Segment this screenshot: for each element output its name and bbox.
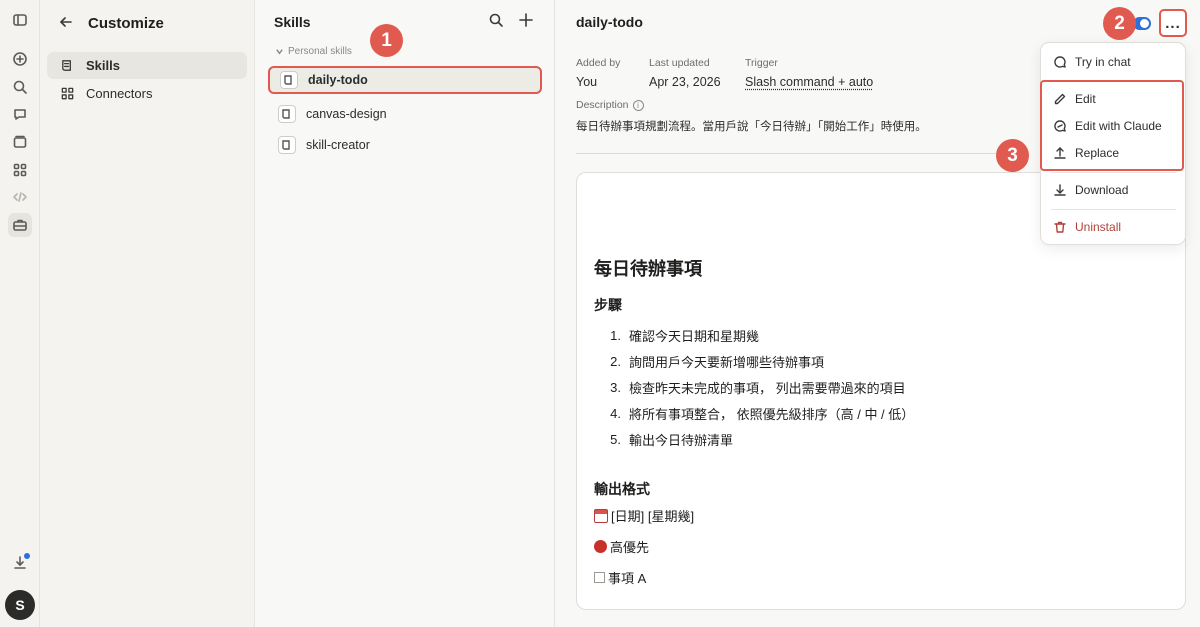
new-chat-icon[interactable] (8, 47, 32, 71)
divider (576, 153, 1016, 154)
trigger-label: Trigger (745, 57, 778, 69)
chat-edit-icon (1054, 120, 1066, 132)
skills-toolbar (488, 12, 534, 31)
skill-icon (280, 71, 298, 89)
customize-panel: Customize Skills Connectors (40, 0, 255, 627)
nav-item-label: Connectors (86, 86, 153, 101)
skill-icon (62, 60, 71, 71)
added-by-label: Added by (576, 57, 621, 69)
list-item: 5. 輸出今日待辦清單 (610, 431, 734, 448)
connectors-icon (61, 87, 74, 100)
menu-item-edit[interactable]: Edit (1045, 87, 1183, 111)
steps-list: 1. 確認今天日期和星期幾 2. 詢問用戶今天要新增哪些待辦事項 3. 檢查昨天未完成… (607, 323, 914, 452)
step-badge-1: 1 (370, 24, 403, 57)
customize-icon[interactable] (8, 213, 32, 237)
skill-item-skill-creator[interactable]: skill-creator (268, 131, 542, 159)
last-updated-label: Last updated (649, 57, 710, 69)
red-circle-icon (594, 540, 607, 553)
more-options-button[interactable]: ... (1159, 9, 1187, 37)
menu-divider (1051, 209, 1176, 210)
skills-panel: Skills Personal skills daily-todo canvas… (255, 0, 555, 627)
chat-bubble-icon (1054, 56, 1066, 68)
format-line-priority: 高優先 (594, 537, 649, 556)
skill-item-daily-todo[interactable]: daily-todo (268, 66, 542, 94)
skill-title: daily-todo (576, 14, 643, 30)
description-text: 每日待辦事項規劃流程。當用戶說「今日待辦」「開始工作」時使用。 (576, 121, 927, 133)
back-arrow-icon[interactable] (58, 14, 74, 33)
projects-icon[interactable] (8, 130, 32, 154)
skill-item-label: skill-creator (306, 138, 370, 152)
description-label: Description i (576, 99, 644, 111)
menu-item-replace[interactable]: Replace (1045, 141, 1183, 165)
search-icon[interactable] (8, 75, 32, 99)
download-icon (1054, 184, 1066, 196)
doc-subheading-format: 輸出格式 (594, 481, 650, 497)
upload-icon (1054, 147, 1066, 159)
menu-divider (1051, 172, 1176, 173)
notification-dot (24, 553, 30, 559)
list-item: 4. 將所有事項整合， 依照優先級排序（高 / 中 / 低） (610, 405, 915, 422)
menu-item-try-in-chat[interactable]: Try in chat (1045, 50, 1183, 74)
group-label[interactable]: Personal skills (275, 46, 352, 57)
format-line-item: 事項 A (594, 568, 646, 587)
checkbox-icon (594, 572, 605, 583)
last-updated-value: Apr 23, 2026 (649, 75, 721, 89)
step-badge-2: 2 (1103, 7, 1136, 40)
nav-item-connectors[interactable]: Connectors (47, 80, 247, 107)
added-by-value: You (576, 75, 598, 89)
menu-item-uninstall[interactable]: Uninstall (1045, 215, 1183, 239)
customize-header: Customize (58, 13, 164, 33)
nav-item-label: Skills (86, 58, 120, 73)
code-icon[interactable] (8, 185, 32, 209)
nav-item-skills[interactable]: Skills (47, 52, 247, 79)
skill-icon (278, 136, 296, 154)
downloads-icon[interactable] (8, 551, 32, 575)
doc-heading: 每日待辦事項 (594, 259, 702, 279)
list-item: 3. 檢查昨天未完成的事項， 列出需要帶過來的項目 (610, 379, 906, 396)
avatar[interactable]: S (5, 590, 35, 620)
skill-icon (278, 105, 296, 123)
doc-subheading-steps: 步驟 (594, 297, 622, 313)
search-icon[interactable] (488, 12, 504, 31)
skill-item-canvas-design[interactable]: canvas-design (268, 100, 542, 128)
trigger-value[interactable]: Slash command + auto (745, 75, 873, 89)
add-skill-icon[interactable] (518, 12, 534, 31)
format-line-date: [日期] [星期幾] (594, 506, 694, 525)
more-options-menu: Try in chat Edit Edit with Claude Replac… (1040, 42, 1186, 245)
artifacts-icon[interactable] (8, 158, 32, 182)
skill-item-label: daily-todo (308, 73, 368, 87)
calendar-icon (594, 508, 608, 523)
skill-item-label: canvas-design (306, 107, 387, 121)
list-item: 2. 詢問用戶今天要新增哪些待辦事項 (610, 354, 825, 371)
icon-rail: S (0, 0, 40, 627)
sidebar-toggle-icon[interactable] (8, 8, 32, 32)
skills-title: Skills (274, 14, 311, 30)
menu-item-download[interactable]: Download (1045, 178, 1183, 202)
menu-item-edit-with-claude[interactable]: Edit with Claude (1045, 114, 1183, 138)
info-icon[interactable]: i (632, 99, 644, 111)
trash-icon (1054, 221, 1066, 233)
chevron-down-icon (276, 49, 283, 55)
chats-icon[interactable] (8, 102, 32, 126)
step-badge-3: 3 (996, 139, 1029, 172)
page-title: Customize (88, 14, 164, 32)
pencil-icon (1054, 93, 1066, 105)
list-item: 1. 確認今天日期和星期幾 (610, 328, 760, 345)
